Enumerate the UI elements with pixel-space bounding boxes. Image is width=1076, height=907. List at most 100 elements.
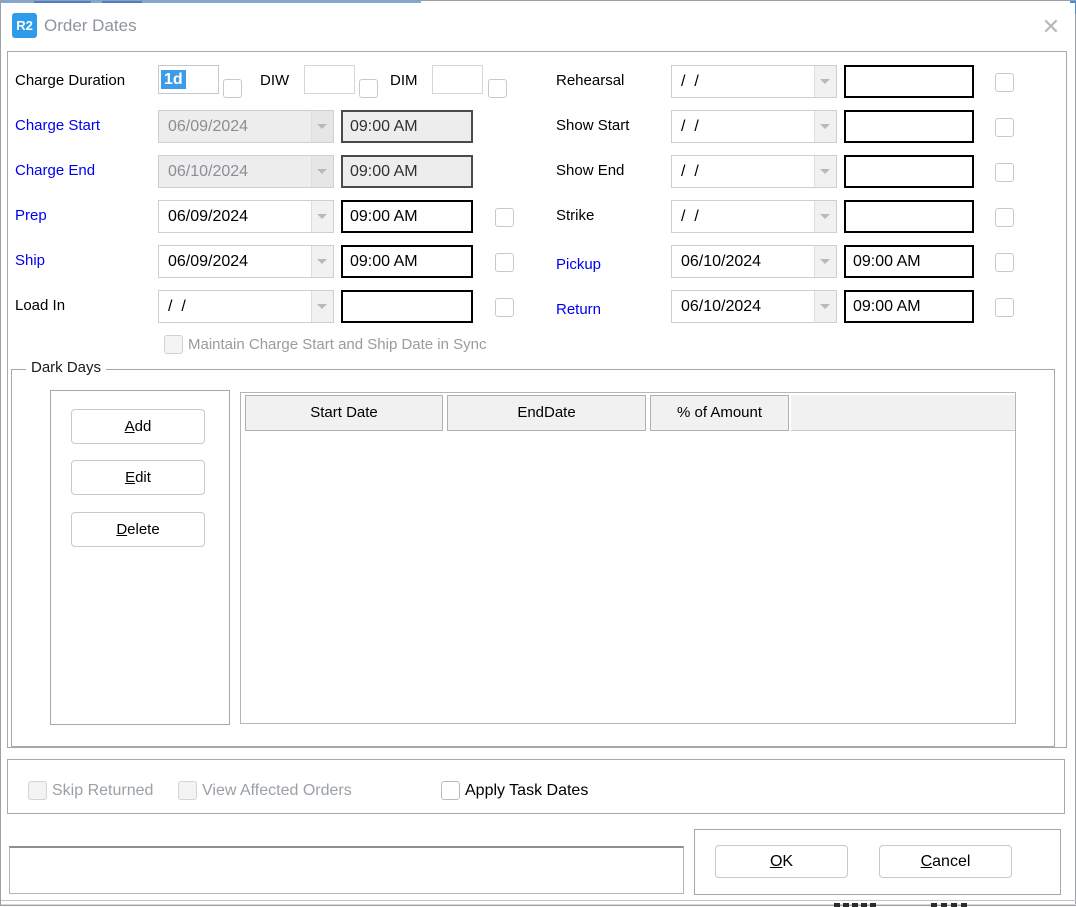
charge-start-label: Charge Start (15, 117, 100, 134)
prep-checkbox[interactable] (495, 208, 514, 227)
charge-end-time-input[interactable]: 09:00 AM (341, 155, 473, 188)
charge-duration-checkbox[interactable] (223, 79, 242, 98)
prep-dropdown-icon[interactable] (311, 201, 333, 232)
charge-start-dropdown-icon[interactable] (311, 111, 333, 142)
maintain-sync-checkbox[interactable] (164, 335, 183, 354)
pickup-checkbox[interactable] (995, 253, 1014, 272)
pickup-date-input[interactable]: 06/10/2024 (671, 245, 837, 278)
dim-input[interactable] (432, 65, 483, 94)
dim-checkbox[interactable] (488, 79, 507, 98)
background-text-fragment (870, 903, 876, 907)
ship-label: Ship (15, 252, 45, 269)
show-end-date-value: / / (672, 156, 814, 187)
pickup-time-input[interactable]: 09:00 AM (844, 245, 974, 278)
show-end-dropdown-icon[interactable] (814, 156, 836, 187)
return-date-value: 06/10/2024 (672, 291, 814, 322)
charge-start-row: Charge Start 06/09/2024 09:00 AM (1, 110, 541, 144)
background-text-fragment (941, 903, 947, 907)
dark-days-table[interactable]: Start Date EndDate % of Amount (240, 392, 1016, 724)
show-end-date-input[interactable]: / / (671, 155, 837, 188)
charge-duration-label: Charge Duration (15, 72, 125, 89)
rehearsal-label: Rehearsal (556, 72, 624, 89)
diw-input[interactable] (304, 65, 355, 94)
rehearsal-date-input[interactable]: / / (671, 65, 837, 98)
show-start-dropdown-icon[interactable] (814, 111, 836, 142)
ok-button[interactable]: OK (715, 845, 848, 878)
diw-checkbox[interactable] (359, 79, 378, 98)
load-in-checkbox[interactable] (495, 298, 514, 317)
action-button-panel: OK Cancel (694, 829, 1061, 895)
prep-row: Prep 06/09/2024 09:00 AM (1, 200, 541, 234)
note-input[interactable] (9, 846, 684, 894)
skip-returned-checkbox[interactable] (28, 781, 47, 800)
ship-checkbox[interactable] (495, 253, 514, 272)
rehearsal-row: Rehearsal / / (541, 65, 1076, 99)
rehearsal-date-value: / / (672, 66, 814, 97)
return-dropdown-icon[interactable] (814, 291, 836, 322)
diw-label: DIW (260, 72, 289, 89)
dialog-title: Order Dates (44, 16, 137, 36)
prep-time-input[interactable]: 09:00 AM (341, 200, 473, 233)
strike-time-input[interactable] (844, 200, 974, 233)
show-end-time-input[interactable] (844, 155, 974, 188)
order-dates-dialog: R2 Order Dates ✕ Charge Duration 1d DIW … (0, 0, 1076, 906)
strike-checkbox[interactable] (995, 208, 1014, 227)
return-checkbox[interactable] (995, 298, 1014, 317)
load-in-dropdown-icon[interactable] (311, 291, 333, 322)
strike-label: Strike (556, 207, 594, 224)
column-header-filler (791, 395, 1015, 431)
return-time-input[interactable]: 09:00 AM (844, 290, 974, 323)
show-start-checkbox[interactable] (995, 118, 1014, 137)
show-end-checkbox[interactable] (995, 163, 1014, 182)
dim-label: DIM (390, 72, 418, 89)
skip-returned-label: Skip Returned (52, 782, 153, 800)
ship-time-input[interactable]: 09:00 AM (341, 245, 473, 278)
charge-end-date-input[interactable]: 06/10/2024 (158, 155, 334, 188)
rehearsal-checkbox[interactable] (995, 73, 1014, 92)
ship-date-input[interactable]: 06/09/2024 (158, 245, 334, 278)
column-header-end-date[interactable]: EndDate (447, 395, 646, 431)
apply-task-dates-checkbox[interactable] (441, 781, 460, 800)
background-text-fragment (861, 903, 867, 907)
show-start-date-input[interactable]: / / (671, 110, 837, 143)
strike-dropdown-icon[interactable] (814, 201, 836, 232)
charge-duration-row: Charge Duration 1d DIW DIM (1, 65, 541, 105)
load-in-time-input[interactable] (341, 290, 473, 323)
charge-end-date-value: 06/10/2024 (159, 156, 311, 187)
column-header-start-date[interactable]: Start Date (245, 395, 443, 431)
charge-start-time-input[interactable]: 09:00 AM (341, 110, 473, 143)
charge-duration-input[interactable]: 1d (158, 65, 219, 94)
pickup-dropdown-icon[interactable] (814, 246, 836, 277)
column-header-percent-amount[interactable]: % of Amount (650, 395, 789, 431)
strike-date-input[interactable]: / / (671, 200, 837, 233)
charge-end-dropdown-icon[interactable] (311, 156, 333, 187)
pickup-date-value: 06/10/2024 (672, 246, 814, 277)
charge-end-row: Charge End 06/10/2024 09:00 AM (1, 155, 541, 189)
edit-button[interactable]: Edit (71, 460, 205, 495)
background-text-fragment (843, 903, 849, 907)
charge-start-date-input[interactable]: 06/09/2024 (158, 110, 334, 143)
return-date-input[interactable]: 06/10/2024 (671, 290, 837, 323)
charge-end-label: Charge End (15, 162, 95, 179)
background-text-fragment (852, 903, 858, 907)
load-in-row: Load In / / (1, 290, 541, 324)
cancel-button[interactable]: Cancel (879, 845, 1012, 878)
view-affected-orders-checkbox[interactable] (178, 781, 197, 800)
background-text-fragment (961, 903, 967, 907)
add-button[interactable]: Add (71, 409, 205, 444)
prep-date-input[interactable]: 06/09/2024 (158, 200, 334, 233)
rehearsal-dropdown-icon[interactable] (814, 66, 836, 97)
load-in-date-input[interactable]: / / (158, 290, 334, 323)
footer-options-panel: Skip Returned View Affected Orders Apply… (7, 759, 1065, 814)
ship-date-value: 06/09/2024 (159, 246, 311, 277)
rehearsal-time-input[interactable] (844, 65, 974, 98)
delete-button[interactable]: Delete (71, 512, 205, 547)
pickup-row: Pickup 06/10/2024 09:00 AM (541, 245, 1076, 279)
ship-dropdown-icon[interactable] (311, 246, 333, 277)
show-start-time-input[interactable] (844, 110, 974, 143)
load-in-date-value: / / (159, 291, 311, 322)
dark-days-legend: Dark Days (26, 359, 106, 376)
view-affected-orders-label: View Affected Orders (202, 782, 352, 800)
load-in-label: Load In (15, 297, 65, 314)
close-icon[interactable]: ✕ (1035, 11, 1067, 43)
